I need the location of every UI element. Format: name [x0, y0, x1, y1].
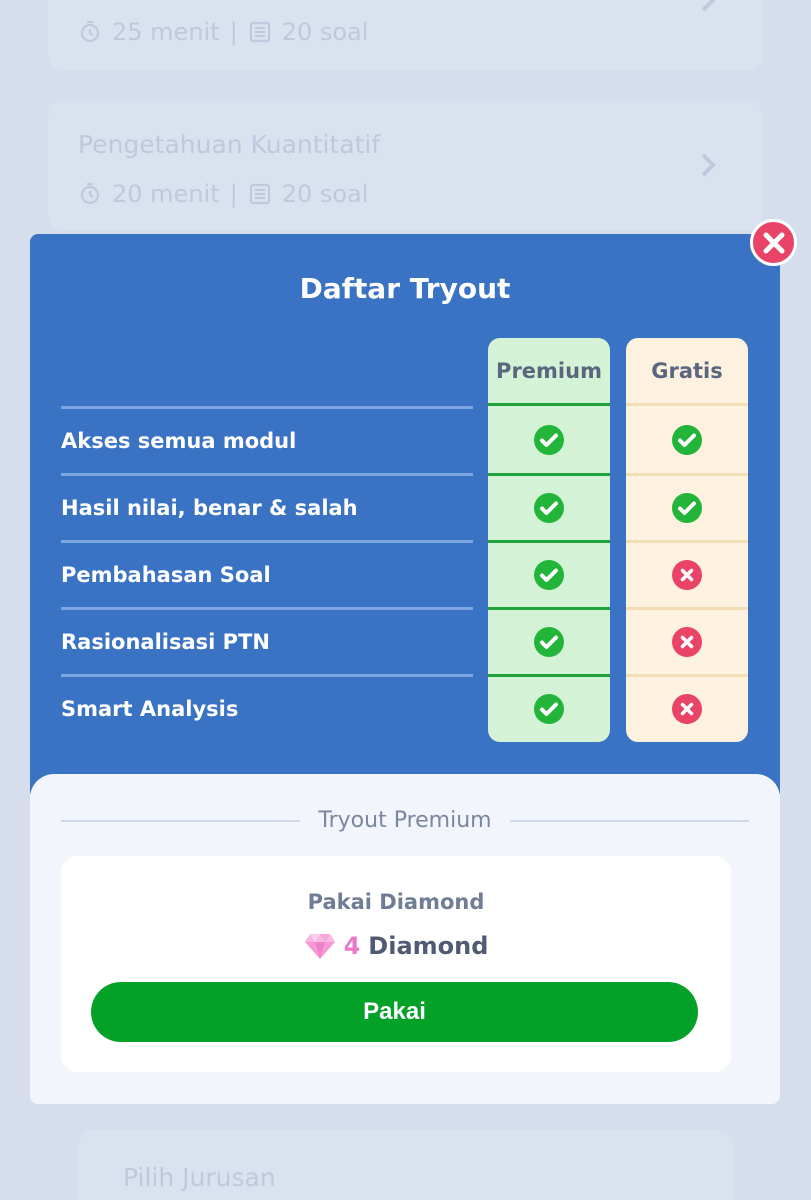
- feature-row: Smart Analysis: [61, 674, 473, 741]
- feature-label: Hasil nilai, benar & salah: [61, 496, 358, 520]
- premium-cell: [488, 540, 610, 607]
- divider-line: [509, 819, 749, 822]
- diamond-amount: 4: [343, 932, 361, 960]
- gratis-cell: [626, 473, 748, 540]
- gratis-cell: [626, 540, 748, 607]
- gratis-cell: [626, 406, 748, 473]
- use-diamond-button[interactable]: Pakai: [91, 982, 698, 1042]
- payment-method-label: Pakai Diamond: [307, 890, 485, 914]
- close-button[interactable]: [750, 219, 797, 266]
- feature-label: Akses semua modul: [61, 429, 297, 453]
- check-circle-icon: [534, 424, 564, 455]
- premium-column-header: Premium: [488, 338, 610, 406]
- premium-cell: [488, 674, 610, 741]
- feature-list: Akses semua modul Hasil nilai, benar & s…: [61, 406, 473, 741]
- x-circle-icon: [672, 560, 702, 590]
- gratis-column-header: Gratis: [626, 338, 748, 406]
- feature-row: Pembahasan Soal: [61, 540, 473, 607]
- close-icon: [763, 232, 784, 253]
- feature-label: Pembahasan Soal: [61, 563, 271, 587]
- gratis-cell: [626, 674, 748, 741]
- modal-title: Daftar Tryout: [299, 272, 511, 305]
- check-circle-icon: [534, 694, 564, 724]
- check-circle-icon: [534, 560, 564, 590]
- payment-price: 4 Diamond: [61, 932, 731, 960]
- payment-card: Pakai Diamond 4 Diamond Pakai: [61, 856, 731, 1072]
- comparison-panel: Daftar Tryout Akses semua modul Hasil ni…: [30, 234, 780, 794]
- x-circle-icon: [672, 694, 702, 724]
- tryout-modal: Daftar Tryout Akses semua modul Hasil ni…: [30, 234, 780, 1104]
- feature-row: Hasil nilai, benar & salah: [61, 473, 473, 540]
- feature-row: Rasionalisasi PTN: [61, 607, 473, 674]
- section-label: Tryout Premium: [318, 808, 492, 833]
- feature-label: Rasionalisasi PTN: [61, 630, 270, 654]
- check-circle-icon: [672, 493, 702, 523]
- divider-line: [61, 819, 301, 822]
- premium-cell: [488, 473, 610, 540]
- feature-row: Akses semua modul: [61, 406, 473, 473]
- gratis-cell: [626, 607, 748, 674]
- premium-cell: [488, 406, 610, 473]
- purchase-panel: Tryout Premium Pakai Diamond 4 Diamond P…: [30, 774, 780, 1104]
- section-divider: Tryout Premium: [61, 808, 749, 833]
- x-circle-icon: [672, 627, 702, 657]
- feature-label: Smart Analysis: [61, 697, 239, 721]
- premium-column: Premium: [488, 338, 610, 742]
- gratis-column: Gratis: [626, 338, 748, 742]
- check-circle-icon: [534, 493, 564, 523]
- premium-cell: [488, 607, 610, 674]
- diamond-unit: Diamond: [368, 932, 489, 960]
- check-circle-icon: [672, 424, 702, 455]
- diamond-icon: [304, 934, 335, 959]
- check-circle-icon: [534, 627, 564, 657]
